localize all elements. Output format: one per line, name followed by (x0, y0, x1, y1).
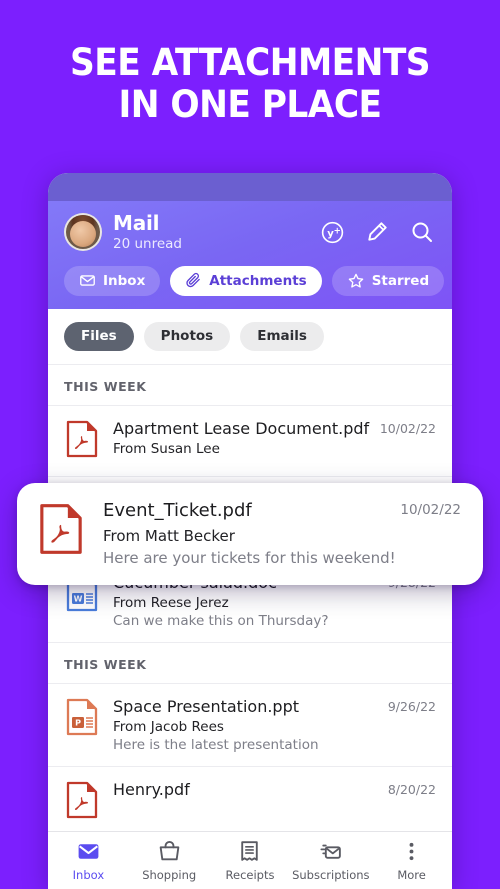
envelope-icon (76, 839, 101, 864)
pdf-file-icon (66, 419, 100, 463)
chip-attachments[interactable]: Attachments (170, 265, 322, 296)
nav-item-subscriptions-label: Subscriptions (292, 868, 370, 882)
star-icon (347, 272, 365, 290)
envelope-icon (79, 272, 96, 289)
file-name: Henry.pdf (113, 779, 190, 799)
app-title: Mail (113, 211, 160, 235)
list-item-body: Apartment Lease Document.pdf 10/02/22 Fr… (113, 419, 436, 457)
nav-item-subscriptions[interactable]: Subscriptions (290, 839, 371, 882)
search-icon[interactable] (410, 220, 434, 244)
nav-item-receipts-label: Receipts (225, 868, 275, 882)
nav-item-shopping[interactable]: Shopping (129, 839, 210, 882)
highlighted-attachment-card[interactable]: Event_Ticket.pdf 10/02/22 From Matt Beck… (17, 483, 483, 585)
unread-count: 20 unread (113, 235, 182, 252)
section-header-this-week-1: THIS WEEK (48, 365, 452, 406)
app-header-row: Mail 20 unread y + (64, 211, 436, 252)
file-sender: From Reese Jerez (113, 594, 229, 611)
attachment-filter-tabs: Files Photos Emails (48, 308, 452, 365)
file-preview: Can we make this on Thursday? (113, 612, 329, 629)
subscriptions-icon (318, 839, 343, 864)
promo-headline: SEE ATTACHMENTS IN ONE PLACE (18, 42, 483, 126)
nav-item-inbox[interactable]: Inbox (48, 839, 129, 882)
ppt-file-icon: P (66, 697, 100, 741)
highlighted-card-body: Event_Ticket.pdf 10/02/22 From Matt Beck… (103, 500, 461, 567)
tab-photos[interactable]: Photos (143, 321, 231, 351)
avatar[interactable] (64, 213, 102, 252)
nav-item-more[interactable]: More (371, 839, 452, 882)
more-dots-icon (399, 839, 424, 864)
tab-files[interactable]: Files (64, 321, 134, 351)
pdf-file-icon (66, 780, 100, 824)
chip-inbox[interactable]: Inbox (64, 265, 161, 296)
tab-emails[interactable]: Emails (240, 321, 324, 351)
file-name: Space Presentation.ppt (113, 696, 299, 716)
list-item-top: Apartment Lease Document.pdf 10/02/22 (113, 419, 436, 439)
file-preview: Here is the latest presentation (113, 736, 319, 753)
promo-headline-line-2: IN ONE PLACE (118, 82, 383, 126)
app-header: Mail 20 unread y + Inbox Attachments Sta… (48, 201, 452, 309)
attachment-list: THIS WEEK Apartment Lease Document.pdf 1… (48, 364, 452, 838)
list-item-body: Space Presentation.ppt 9/26/22 From Jaco… (113, 697, 436, 753)
shopping-bag-icon (157, 839, 182, 864)
file-sender: From Jacob Rees (113, 718, 224, 735)
svg-text:W: W (74, 594, 83, 603)
svg-text:P: P (75, 718, 81, 727)
highlighted-card-top: Event_Ticket.pdf 10/02/22 (103, 500, 461, 523)
status-bar (48, 173, 452, 201)
app-header-actions: y + (321, 220, 436, 244)
list-item-body: Henry.pdf 8/20/22 (113, 780, 436, 800)
chip-attachments-label: Attachments (209, 272, 307, 289)
paperclip-icon (185, 272, 202, 289)
file-preview: Here are your tickets for this weekend! (103, 548, 396, 567)
nav-item-shopping-label: Shopping (142, 868, 197, 882)
file-name: Event_Ticket.pdf (103, 500, 252, 521)
section-header-this-week-2: THIS WEEK (48, 643, 452, 684)
chip-inbox-label: Inbox (103, 272, 146, 289)
avatar-face (70, 220, 96, 247)
app-header-text: Mail 20 unread (113, 211, 321, 252)
pdf-file-icon (39, 500, 83, 560)
bottom-navigation: Inbox Shopping Receipts Subscriptions Mo… (48, 831, 452, 889)
nav-item-inbox-label: Inbox (72, 868, 105, 882)
list-item[interactable]: Apartment Lease Document.pdf 10/02/22 Fr… (48, 406, 452, 477)
chip-starred-label: Starred (371, 272, 430, 289)
list-item-top: Space Presentation.ppt 9/26/22 (113, 697, 436, 717)
compose-icon[interactable] (365, 220, 389, 244)
chip-starred[interactable]: Starred (331, 265, 445, 296)
file-name: Apartment Lease Document.pdf (113, 418, 370, 438)
file-sender: From Matt Becker (103, 526, 235, 545)
nav-item-more-label: More (397, 868, 426, 882)
file-sender: From Susan Lee (113, 440, 220, 457)
file-date: 10/02/22 (400, 502, 461, 518)
list-item-top: Henry.pdf 8/20/22 (113, 780, 436, 800)
list-item[interactable]: P Space Presentation.ppt 9/26/22 From Ja… (48, 684, 452, 767)
promo-headline-line-1: SEE ATTACHMENTS (70, 41, 430, 84)
folder-chip-row: Inbox Attachments Starred (64, 265, 445, 296)
nav-item-receipts[interactable]: Receipts (210, 839, 291, 882)
file-date: 10/02/22 (379, 420, 436, 436)
svg-text:+: + (334, 226, 341, 236)
file-date: 8/20/22 (387, 781, 436, 797)
file-date: 9/26/22 (387, 698, 436, 714)
list-item[interactable]: Henry.pdf 8/20/22 (48, 767, 452, 838)
receipt-icon (237, 839, 262, 864)
yahoo-plus-icon[interactable]: y + (321, 221, 344, 244)
